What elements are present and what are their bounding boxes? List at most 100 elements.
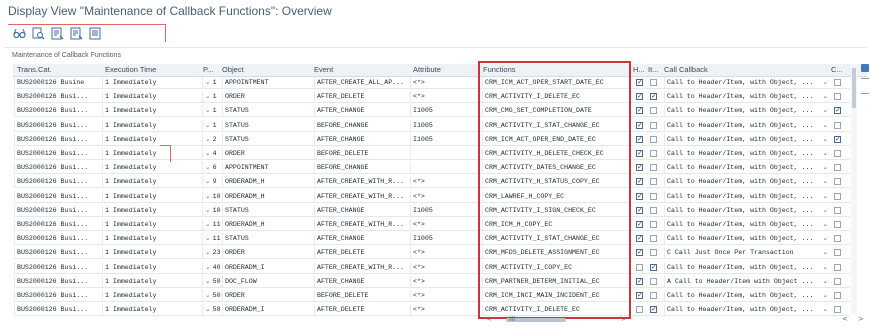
checkbox-it[interactable]: [650, 79, 657, 86]
table-row[interactable]: BUS2000126 Busine 1 Immediately ⌄ 1 APPOINT…: [14, 77, 850, 89]
dropdown-icon[interactable]: ⌄: [205, 163, 213, 171]
table-row[interactable]: BUS2000126 Busi... 1 Immediately ⌄ 2 STATUS…: [14, 133, 850, 146]
cell-exec-time[interactable]: 1 Immediately: [102, 91, 202, 103]
col-header-call-callback[interactable]: Call Callback: [664, 65, 804, 74]
scroll-right-arrow[interactable]: >: [621, 315, 627, 323]
checkbox-c[interactable]: [834, 306, 841, 314]
checkbox-h[interactable]: [636, 78, 643, 86]
checkbox-h[interactable]: [636, 291, 643, 299]
table-row[interactable]: BUS2000126 Busi... 1 Immediately ⌄ 1 STATUS…: [14, 105, 850, 118]
select-icon[interactable]: [89, 27, 102, 40]
cell-callback[interactable]: A Call to Header/Item with Object ... ⌄: [664, 275, 830, 287]
dropdown-icon[interactable]: ⌄: [822, 77, 828, 88]
dropdown-icon[interactable]: ⌄: [822, 219, 828, 230]
checkbox-it[interactable]: [650, 178, 657, 186]
cell-exec-time[interactable]: 1 Immediately: [102, 105, 202, 117]
cell-callback[interactable]: Call to Header/Item, with Object, ... ⌄: [664, 190, 830, 202]
cell-callback[interactable]: Call to Header/Item, with Object, ... ⌄: [664, 290, 830, 301]
cell-exec-time[interactable]: 1 Immediately: [102, 162, 202, 174]
col-header-event[interactable]: Event: [314, 65, 394, 74]
cell-callback[interactable]: Call to Header/Item, with Object, ... ⌄: [664, 119, 830, 131]
checkbox-it[interactable]: [650, 263, 657, 271]
export-icon[interactable]: [51, 27, 64, 40]
cell-exec-time[interactable]: 1 Immediately: [102, 204, 202, 216]
dropdown-icon[interactable]: ⌄: [205, 121, 213, 129]
cell-p[interactable]: ⌄ 6: [202, 162, 222, 174]
table-row[interactable]: BUS2000126 Busi... 1 Immediately ⌄ 1 STATUS…: [14, 119, 850, 132]
cell-callback[interactable]: Call to Header/Item, with Object, ... ⌄: [664, 162, 830, 174]
cell-exec-time[interactable]: 1 Immediately: [102, 119, 202, 131]
cell-callback[interactable]: Call to Header/Item, with Object, ... ⌄: [664, 91, 830, 103]
checkbox-c[interactable]: [834, 150, 841, 157]
checkbox-h[interactable]: [636, 149, 643, 157]
dropdown-icon[interactable]: ⌄: [822, 162, 828, 173]
checkbox-h[interactable]: [636, 106, 643, 115]
dropdown-icon[interactable]: ⌄: [205, 106, 213, 114]
checkbox-c[interactable]: [834, 178, 841, 186]
find-icon[interactable]: [32, 27, 45, 40]
cell-p[interactable]: ⌄ 11: [202, 219, 222, 230]
table-row[interactable]: BUS2000126 Busi... 1 Immediately ⌄ 11 STATU…: [14, 233, 850, 246]
checkbox-it[interactable]: [650, 235, 657, 243]
cell-callback[interactable]: Call to Header/Item, with Object, ... ⌄: [664, 261, 830, 273]
dropdown-icon[interactable]: ⌄: [205, 305, 213, 313]
column-settings-icon[interactable]: [861, 64, 869, 72]
cell-p[interactable]: ⌄ 4: [202, 148, 222, 159]
export-icon[interactable]: [70, 27, 83, 40]
table-row[interactable]: BUS2000126 Busi... 1 Immediately ⌄ 6 APPOIN…: [14, 162, 850, 175]
dropdown-icon[interactable]: ⌄: [822, 105, 828, 116]
dropdown-icon[interactable]: ⌄: [205, 277, 213, 285]
col-header-object[interactable]: Object: [222, 65, 302, 74]
checkbox-c[interactable]: [834, 235, 841, 243]
cell-callback[interactable]: Call to Header/Item, with Object, ... ⌄: [664, 77, 830, 88]
cell-callback[interactable]: Call to Header/Item, with Object, ... ⌄: [664, 233, 830, 245]
cell-callback[interactable]: Call to Header/Item, with Object, ... ⌄: [664, 304, 830, 316]
checkbox-it[interactable]: [650, 206, 657, 214]
table-row[interactable]: BUS2000126 Busi... 1 Immediately ⌄ 50 ORDER…: [14, 290, 850, 302]
cell-exec-time[interactable]: 1 Immediately: [102, 77, 202, 88]
checkbox-it[interactable]: [650, 92, 657, 101]
cell-exec-time[interactable]: 1 Immediately: [102, 190, 202, 202]
dropdown-icon[interactable]: ⌄: [822, 91, 828, 102]
checkbox-c[interactable]: [834, 277, 841, 285]
checkbox-h[interactable]: [636, 277, 643, 285]
checkbox-it[interactable]: [650, 192, 657, 200]
checkbox-h[interactable]: [636, 206, 643, 214]
cell-exec-time[interactable]: 1 Immediately: [102, 148, 202, 159]
checkbox-h[interactable]: [636, 177, 643, 186]
dropdown-icon[interactable]: ⌄: [205, 192, 213, 200]
cell-exec-time[interactable]: 1 Immediately: [102, 261, 202, 273]
dropdown-icon[interactable]: ⌄: [205, 206, 213, 214]
table-row[interactable]: BUS2000126 Busi... 1 Immediately ⌄ 23 ORDER…: [14, 247, 850, 260]
table-vscrollbar[interactable]: [851, 64, 857, 314]
checkbox-it[interactable]: [650, 277, 657, 285]
cell-p[interactable]: ⌄ 2: [202, 133, 222, 145]
col-header-p[interactable]: P...: [203, 65, 219, 74]
col-header-exec-time[interactable]: Execution Time: [105, 65, 185, 74]
cell-p[interactable]: ⌄ 11: [202, 233, 222, 245]
table-row[interactable]: BUS2000126 Busi... 1 Immediately ⌄ 50 DOC_F…: [14, 275, 850, 288]
checkbox-h[interactable]: [636, 306, 643, 314]
checkbox-h[interactable]: [636, 163, 643, 172]
cell-p[interactable]: ⌄ 50: [202, 290, 222, 301]
table-row[interactable]: BUS2000126 Busi... 1 Immediately ⌄ 4 ORDER B…: [14, 148, 850, 160]
dropdown-icon[interactable]: ⌄: [822, 120, 828, 131]
dropdown-icon[interactable]: ⌄: [822, 233, 828, 244]
checkbox-h[interactable]: [636, 263, 643, 271]
cell-p[interactable]: ⌄ 23: [202, 247, 222, 259]
table-row[interactable]: BUS2000126 Busi... 1 Immediately ⌄ 58 ORDER…: [14, 304, 850, 317]
dropdown-icon[interactable]: ⌄: [205, 248, 213, 256]
checkbox-h[interactable]: [636, 192, 643, 200]
checkbox-c[interactable]: [834, 164, 841, 172]
dropdown-icon[interactable]: ⌄: [822, 176, 828, 187]
cell-exec-time[interactable]: 1 Immediately: [102, 133, 202, 145]
cell-exec-time[interactable]: 1 Immediately: [102, 290, 202, 301]
cell-callback[interactable]: Call to Header/Item, with Object, ... ⌄: [664, 148, 830, 159]
checkbox-c[interactable]: [834, 292, 841, 299]
checkbox-it[interactable]: [650, 150, 657, 157]
cell-p[interactable]: ⌄ 1: [202, 105, 222, 117]
table-row[interactable]: BUS2000126 Busi... 1 Immediately ⌄ 9 ORDERA…: [14, 176, 850, 189]
dropdown-icon[interactable]: ⌄: [822, 191, 828, 202]
checkbox-it[interactable]: [650, 164, 657, 172]
checkbox-c[interactable]: [834, 79, 841, 86]
